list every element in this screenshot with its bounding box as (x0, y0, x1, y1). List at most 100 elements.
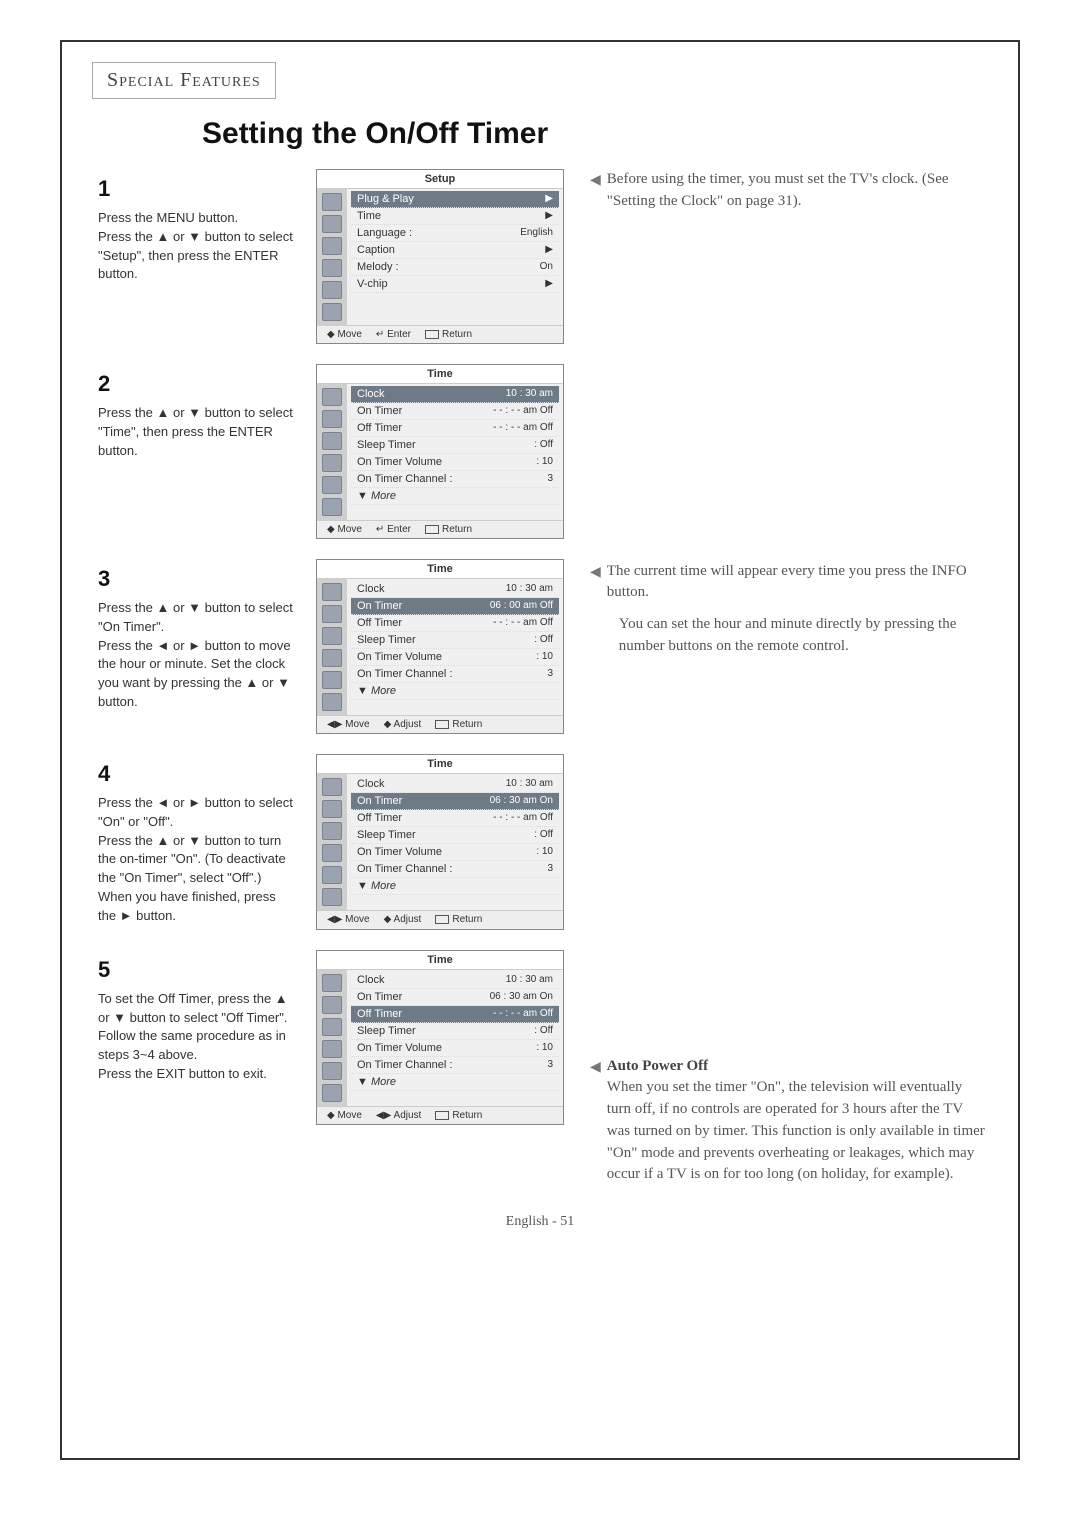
osd-row-label: ▼ More (357, 880, 396, 892)
osd-row-label: Language : (357, 227, 412, 239)
page-frame: Special Features Setting the On/Off Time… (60, 40, 1020, 1460)
step-number: 1 (98, 173, 296, 205)
osd-row-label: ▼ More (357, 1076, 396, 1088)
osd-help-hint: ◆ Adjust (384, 719, 422, 730)
osd-row-label: ▼ More (357, 490, 396, 502)
osd-help-hint: Return (425, 329, 472, 340)
osd-row: Sleep Timer : Off (351, 1023, 559, 1040)
osd-row-value: : Off (534, 829, 553, 841)
osd-row: ▼ More (351, 1074, 559, 1091)
osd-category-icon (322, 476, 342, 494)
steps-column: 1Press the MENU button.Press the ▲ or ▼ … (92, 169, 572, 1125)
osd-row: On Timer- - : - - am Off (351, 403, 559, 420)
osd-category-icon (322, 844, 342, 862)
osd-row-label: Melody : (357, 261, 399, 273)
note-3a-text: The current time will appear every time … (607, 561, 988, 605)
osd-row-value: 3 (547, 863, 553, 875)
osd-icon-strip (317, 579, 347, 715)
osd-row-label: On Timer (357, 991, 402, 1003)
osd-category-icon (322, 388, 342, 406)
osd-screenshot-3: TimeClock10 : 30 amOn Timer06 : 00 am Of… (316, 559, 564, 734)
osd-row: Clock10 : 30 am (351, 776, 559, 793)
step-number: 4 (98, 758, 296, 790)
osd-row-value: - - : - - am Off (493, 812, 553, 824)
osd-row-value: On (540, 261, 553, 273)
osd-category-icon (322, 498, 342, 516)
osd-category-icon (322, 303, 342, 321)
osd-category-icon (322, 693, 342, 711)
osd-title: Time (317, 951, 563, 970)
osd-row: On Timer Channel :3 (351, 1057, 559, 1074)
osd-row: ▼ More (351, 878, 559, 895)
osd-category-icon (322, 281, 342, 299)
osd-row-value: 06 : 30 am On (490, 991, 553, 1003)
osd-category-icon (322, 215, 342, 233)
osd-category-icon (322, 800, 342, 818)
osd-row-value: 3 (547, 1059, 553, 1071)
osd-category-icon (322, 454, 342, 472)
osd-category-icon (322, 671, 342, 689)
osd-row-value: 10 : 30 am (506, 583, 553, 595)
osd-row-value: : 10 (536, 456, 553, 468)
page-title: Setting the On/Off Timer (202, 117, 988, 151)
osd-row-value: ▶ (545, 210, 553, 222)
osd-row-label: Off Timer (357, 812, 402, 824)
osd-row-label: ▼ More (357, 685, 396, 697)
osd-row: On Timer Channel :3 (351, 471, 559, 488)
osd-row: Language :English (351, 225, 559, 242)
osd-help-hint: ↵ Enter (376, 524, 411, 535)
osd-row-value: 10 : 30 am (506, 778, 553, 790)
note-3: ◀ The current time will appear every tim… (590, 561, 988, 658)
osd-row-label: Clock (357, 974, 385, 986)
pointer-left-icon: ◀ (590, 1058, 601, 1187)
osd-row: On Timer Channel : 3 (351, 861, 559, 878)
osd-help-hint: Return (435, 914, 482, 925)
osd-row: On Timer Volume: 10 (351, 454, 559, 471)
return-icon (435, 1111, 449, 1120)
osd-row-value: 3 (547, 473, 553, 485)
note-5: ◀ Auto Power Off When you set the timer … (590, 1056, 988, 1187)
osd-row-value: : Off (534, 1025, 553, 1037)
osd-category-icon (322, 627, 342, 645)
osd-row: Sleep Timer: Off (351, 437, 559, 454)
osd-row-value: - - : - - am Off (493, 1008, 553, 1020)
osd-row: Clock10 : 30 am (351, 386, 559, 403)
osd-row-label: Sleep Timer (357, 439, 416, 451)
osd-row: ▼ More (351, 488, 559, 505)
osd-row: Caption▶ (351, 242, 559, 259)
osd-help-hint: ◀▶ Adjust (376, 1110, 421, 1121)
osd-help-hint: Return (435, 1110, 482, 1121)
osd-row: On Timer Channel :3 (351, 666, 559, 683)
osd-row-label: On Timer Volume (357, 1042, 442, 1054)
osd-row-label: Plug & Play (357, 193, 414, 205)
osd-row: ▼ More (351, 683, 559, 700)
osd-row-label: On Timer (357, 600, 402, 612)
step-3: 3Press the ▲ or ▼ button to select "On T… (92, 559, 572, 734)
osd-row-label: Off Timer (357, 422, 402, 434)
osd-row-value: - - : - - am Off (493, 617, 553, 629)
osd-row: Melody : On (351, 259, 559, 276)
osd-row: Off Timer- - : - - am Off (351, 1006, 559, 1023)
osd-row-value: 10 : 30 am (506, 388, 553, 400)
osd-category-icon (322, 888, 342, 906)
osd-category-icon (322, 259, 342, 277)
step-1-text: 1Press the MENU button.Press the ▲ or ▼ … (92, 169, 302, 344)
page-number: English - 51 (92, 1214, 988, 1230)
osd-row-label: On Timer Volume (357, 651, 442, 663)
osd-row: On Timer06 : 30 am On (351, 793, 559, 810)
osd-row: On Timer 06 : 30 am On (351, 989, 559, 1006)
osd-row-label: On Timer Channel : (357, 863, 452, 875)
osd-icon-strip (317, 970, 347, 1106)
osd-title: Setup (317, 170, 563, 189)
osd-row-label: Sleep Timer (357, 829, 416, 841)
step-number: 5 (98, 954, 296, 986)
note-1: ◀ Before using the timer, you must set t… (590, 169, 988, 213)
note-1-text: Before using the timer, you must set the… (607, 169, 988, 213)
chapter-header: Special Features (92, 62, 276, 99)
osd-title: Time (317, 755, 563, 774)
osd-row: Time▶ (351, 208, 559, 225)
osd-row: V-chip▶ (351, 276, 559, 293)
osd-help-hint: ◆ Move (327, 524, 362, 535)
osd-row-label: Sleep Timer (357, 1025, 416, 1037)
osd-row-value: : 10 (536, 1042, 553, 1054)
